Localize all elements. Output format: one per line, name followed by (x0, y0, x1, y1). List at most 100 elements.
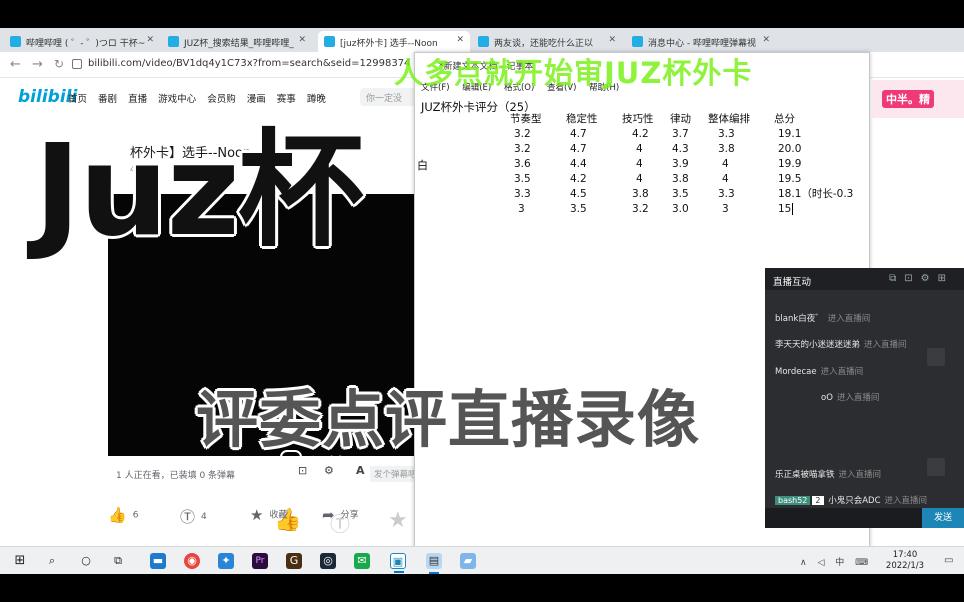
notepad-icon[interactable]: ▤ (426, 553, 442, 574)
send-button[interactable]: 发送 (922, 508, 964, 528)
table-row: 3 3.5 3.2 3.0 3 15 (510, 201, 853, 216)
tab-search-results[interactable]: JUZ杯_搜索结果_哔哩哔哩_ ✕ (162, 31, 312, 52)
clock-time: 17:40 (892, 550, 918, 560)
clock-date: 2022/1/3 (885, 561, 925, 571)
lock-icon (72, 59, 82, 69)
bilibili-nav: 首页 番剧 直播 游戏中心 会员购 漫画 赛事 蹲晚 (68, 91, 334, 105)
side-tool-icon[interactable] (927, 458, 945, 476)
table-row: 3.2 4.7 4.2 3.7 3.3 19.1 (510, 126, 853, 141)
live-message: blank白夜゛ 进入直播间 (775, 312, 870, 324)
notification-icon[interactable]: ▭ (944, 555, 953, 566)
nav-item-mall[interactable]: 会员购 (207, 94, 236, 105)
reload-icon[interactable]: ↻ (54, 57, 64, 71)
windows-start-icon[interactable]: ⊞ (12, 553, 28, 569)
nav-item-manga[interactable]: 漫画 (247, 94, 266, 105)
coin-button[interactable]: Ⓣ 4 (180, 506, 207, 527)
danmu-settings-icon[interactable]: ⚙ (324, 464, 334, 477)
table-cell: 3.0 (672, 202, 689, 215)
tab-messages[interactable]: 消息中心 - 哔哩哔哩弹幕视 ✕ (626, 31, 776, 52)
table-cell: 3.8 (672, 172, 689, 185)
live-username: 乐正桌被喵拿铁 (775, 470, 835, 480)
chrome-icon[interactable]: ◉ (184, 553, 200, 569)
tab-label: JUZ杯_搜索结果_哔哩哔哩_ (184, 39, 294, 49)
tab-video-active[interactable]: [juz杯外卡] 选手--Noon ✕ (318, 31, 470, 52)
table-cell: 4.4 (570, 157, 587, 170)
live-action: 进入直播间 (836, 393, 880, 403)
search-icon[interactable]: ⌕ (44, 553, 60, 569)
side-tool-icon[interactable] (927, 348, 945, 366)
live-username: oO (821, 393, 833, 403)
close-icon[interactable]: ✕ (298, 35, 306, 45)
live-action: 进入直播间 (864, 340, 907, 350)
close-icon[interactable]: ✕ (608, 35, 616, 45)
table-header-row: 节奏型 稳定性 技巧性 律动 整体编排 总分 (510, 111, 853, 126)
table-cell: 3 (518, 202, 525, 215)
table-cell: 4 (636, 157, 643, 170)
live-panel-tool-icons[interactable]: ⧉⊡⚙⊞ (889, 273, 954, 284)
column-header: 整体编排 (708, 113, 750, 125)
table-cell: 3.2 (514, 127, 531, 140)
table-cell: 3.5 (672, 187, 689, 200)
bilibili-favicon-icon (324, 36, 335, 47)
live-input-bar[interactable]: 发送 (765, 508, 964, 528)
close-icon[interactable]: ✕ (456, 35, 464, 45)
nav-item-live[interactable]: 直播 (128, 94, 147, 105)
live-message: 乐正桌被喵拿铁 进入直播间 (775, 468, 881, 480)
taskbar-clock[interactable]: 17:40 2022/1/3 (880, 550, 930, 572)
nav-item-evening[interactable]: 蹲晚 (307, 94, 326, 105)
cortana-icon[interactable]: ○ (78, 553, 94, 569)
danmu-input[interactable]: 发个弹幕吧 (370, 466, 420, 482)
close-icon[interactable]: ✕ (762, 35, 770, 45)
live-message: bash52 2 小鬼只会ADC 进入直播间 (775, 494, 927, 506)
live-action: 进入直播间 (827, 314, 871, 324)
table-cell: 3.8 (632, 187, 649, 200)
table-cell: 4 (636, 172, 643, 185)
wechat-icon[interactable]: ✉ (354, 553, 370, 569)
tab-friends[interactable]: 两友谈，还能吃什么正以 ✕ (472, 31, 622, 52)
tab-bilibili-home[interactable]: 哔哩哔哩 ( ゜- ゜)つロ 干杯~ ✕ (4, 31, 160, 52)
close-icon[interactable]: ✕ (146, 35, 154, 45)
table-cell: 3.3 (718, 187, 735, 200)
table-cell: 15 (774, 201, 853, 216)
premiere-icon[interactable]: Pr (252, 553, 268, 569)
table-cell: 3.9 (672, 157, 689, 170)
live-username: 小鬼只会ADC (828, 496, 881, 506)
table-cell: 3.7 (672, 127, 689, 140)
live-message: Mordecae 进入直播间 (775, 365, 863, 377)
nav-item-events[interactable]: 赛事 (277, 94, 296, 105)
url-field[interactable]: bilibili.com/video/BV1dq4y1C73x?from=sea… (88, 58, 410, 69)
tab-label: [juz杯外卡] 选手--Noon (340, 39, 438, 49)
table-cell: 4 (636, 142, 643, 155)
nav-item-home[interactable]: 首页 (68, 94, 87, 105)
like-button[interactable]: 👍 6 (108, 506, 138, 524)
steam-icon[interactable]: ◎ (320, 553, 336, 569)
system-tray[interactable]: ∧ ◁ 中 ⌨ (800, 555, 872, 568)
tab-label: 消息中心 - 哔哩哔哩弹幕视 (648, 39, 756, 49)
thumbs-up-icon: 👍 (108, 506, 127, 524)
favorite-button[interactable]: ★ 收藏 (250, 506, 287, 524)
danmu-style-icon[interactable]: A (356, 464, 365, 477)
store-icon[interactable]: ✦ (218, 553, 234, 569)
fan-badge-level: 2 (812, 496, 824, 505)
table-row: 3.5 4.2 4 3.8 4 19.5 (510, 171, 853, 186)
table-cell: 19.9 (778, 157, 802, 170)
back-arrow-icon[interactable]: ← (10, 57, 21, 72)
forward-arrow-icon[interactable]: → (32, 57, 43, 72)
share-button[interactable]: ➦ 分享 (322, 506, 359, 524)
nav-item-games[interactable]: 游戏中心 (158, 94, 196, 105)
task-view-icon[interactable]: ⧉ (110, 553, 126, 569)
table-cell: 19.5 (778, 172, 802, 185)
bilibili-favicon-icon (632, 36, 643, 47)
file-explorer-icon[interactable]: ▬ (150, 553, 166, 569)
app-g-icon[interactable]: G (286, 553, 302, 569)
nav-item-anime[interactable]: 番剧 (98, 94, 117, 105)
tab-label: 两友谈，还能吃什么正以 (494, 39, 594, 49)
live-action: 进入直播间 (820, 367, 864, 377)
danmu-toggle-icon[interactable]: ⊡ (298, 464, 307, 477)
live-username: 李天天的小迷迷迷迷弟 (775, 340, 861, 350)
anime-thumbnail: 中半。精 (872, 80, 964, 118)
video-actions: 👍 6 Ⓣ 4 ★ 收藏 ➦ 分享 (108, 502, 418, 526)
bilibili-live-icon[interactable]: ▣ (390, 553, 406, 573)
app-blue-icon[interactable]: ▰ (460, 553, 476, 569)
overlay-top-caption: 人多点就开始审JUZ杯外卡 (394, 56, 753, 90)
